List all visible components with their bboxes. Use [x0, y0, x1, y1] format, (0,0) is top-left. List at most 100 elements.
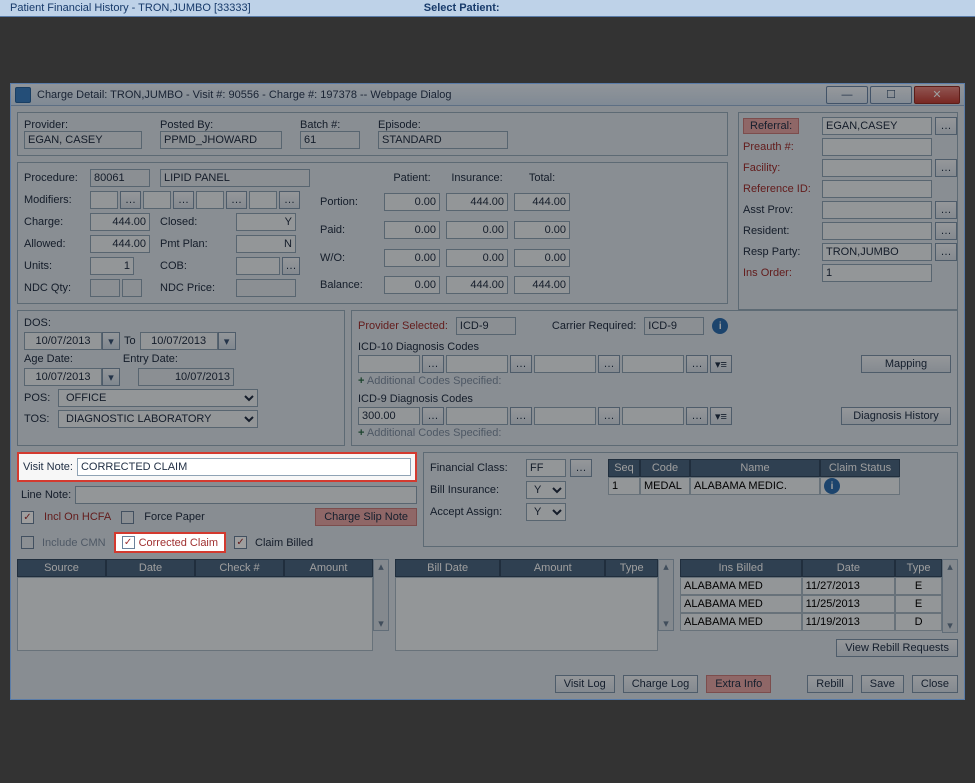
cob-lookup[interactable]: … — [282, 257, 300, 275]
icd10-list[interactable]: ▾≡ — [710, 355, 732, 373]
icd9-4-lookup[interactable]: … — [686, 407, 708, 425]
force-paper-checkbox[interactable] — [121, 511, 134, 524]
bill-insurance-select[interactable]: Y — [526, 481, 566, 499]
charge-slip-note-button[interactable]: Charge Slip Note — [315, 508, 417, 526]
icd9-3[interactable] — [534, 407, 596, 425]
asstprov-lookup[interactable]: … — [935, 201, 957, 219]
view-rebill-requests-button[interactable]: View Rebill Requests — [836, 639, 958, 657]
cob-field[interactable] — [236, 257, 280, 275]
extra-info-button[interactable]: Extra Info — [706, 675, 771, 693]
info-icon[interactable]: i — [712, 318, 728, 334]
visit-log-button[interactable]: Visit Log — [555, 675, 615, 693]
ins-r1-type[interactable]: E — [895, 595, 942, 613]
respparty-field[interactable] — [822, 243, 932, 261]
ins-r2-date[interactable]: 11/19/2013 — [802, 613, 896, 631]
icd10-2-lookup[interactable]: … — [510, 355, 532, 373]
dos-from[interactable] — [24, 332, 102, 350]
claim-billed-checkbox[interactable]: ✓ — [234, 536, 247, 549]
respparty-lookup[interactable]: … — [935, 243, 957, 261]
facility-lookup[interactable]: … — [935, 159, 957, 177]
ndcprice-label: NDC Price: — [160, 282, 230, 294]
charge-log-button[interactable]: Charge Log — [623, 675, 699, 693]
dos-to[interactable] — [140, 332, 218, 350]
resident-field[interactable] — [822, 222, 932, 240]
referral-link[interactable]: Referral: — [743, 118, 819, 134]
modifier-3[interactable] — [196, 191, 224, 209]
ins-r0-billed[interactable]: ALABAMA MED — [680, 577, 802, 595]
tos-select[interactable]: DIAGNOSTIC LABORATORY — [58, 410, 258, 428]
icd10-add-icon[interactable]: + — [358, 375, 364, 387]
close-button[interactable]: Close — [912, 675, 958, 693]
financial-class-lookup[interactable]: … — [570, 459, 592, 477]
icd9-1[interactable] — [358, 407, 420, 425]
incl-hcfa-label: Incl On HCFA — [44, 511, 111, 523]
ins-scrollbar[interactable]: ▴▾ — [942, 559, 958, 633]
bill-scrollbar[interactable]: ▴▾ — [658, 559, 674, 631]
include-cmn-checkbox[interactable] — [21, 536, 34, 549]
accept-assign-select[interactable]: Y — [526, 503, 566, 521]
icd9-2-lookup[interactable]: … — [510, 407, 532, 425]
icd9-4[interactable] — [622, 407, 684, 425]
visit-note-row: Visit Note: — [17, 452, 417, 482]
ins-r0-date[interactable]: 11/27/2013 — [802, 577, 896, 595]
modifier-4[interactable] — [249, 191, 277, 209]
ins-r1-billed[interactable]: ALABAMA MED — [680, 595, 802, 613]
icd10-1-lookup[interactable]: … — [422, 355, 444, 373]
carrier-row-status[interactable]: i — [820, 477, 900, 495]
ins-r2-type[interactable]: D — [895, 613, 942, 631]
preauth-field[interactable] — [822, 138, 932, 156]
icd9-list[interactable]: ▾≡ — [710, 407, 732, 425]
procedure-code[interactable] — [90, 169, 150, 187]
ins-r1-date[interactable]: 11/25/2013 — [802, 595, 896, 613]
icd10-2[interactable] — [446, 355, 508, 373]
icd10-3-lookup[interactable]: … — [598, 355, 620, 373]
modifier-1[interactable] — [90, 191, 118, 209]
insorder-field[interactable] — [822, 264, 932, 282]
icd10-3[interactable] — [534, 355, 596, 373]
referral-lookup[interactable]: … — [935, 117, 957, 135]
agedate-field[interactable] — [24, 368, 102, 386]
asstprov-field[interactable] — [822, 201, 932, 219]
modifier-2[interactable] — [143, 191, 171, 209]
facility-field[interactable] — [822, 159, 932, 177]
icd9-2[interactable] — [446, 407, 508, 425]
icd9-add-icon[interactable]: + — [358, 427, 364, 439]
minimize-button[interactable]: — — [826, 86, 868, 104]
save-button[interactable]: Save — [861, 675, 904, 693]
icd9-3-lookup[interactable]: … — [598, 407, 620, 425]
icd10-4-lookup[interactable]: … — [686, 355, 708, 373]
carrier-row-name[interactable]: ALABAMA MEDIC. — [690, 477, 820, 495]
modifier-2-lookup[interactable]: … — [173, 191, 194, 209]
line-note-input[interactable] — [75, 486, 417, 504]
icd9-1-lookup[interactable]: … — [422, 407, 444, 425]
pay-scrollbar[interactable]: ▴▾ — [373, 559, 389, 631]
financial-class-field[interactable] — [526, 459, 566, 477]
maximize-button[interactable]: ☐ — [870, 86, 912, 104]
icd10-1[interactable] — [358, 355, 420, 373]
include-cmn-label: Include CMN — [42, 537, 106, 549]
tab-pfh[interactable]: Patient Financial History - TRON,JUMBO [… — [10, 2, 251, 14]
rebill-button[interactable]: Rebill — [807, 675, 853, 693]
icd10-4[interactable] — [622, 355, 684, 373]
ins-r0-type[interactable]: E — [895, 577, 942, 595]
claim-status-info-icon[interactable]: i — [824, 478, 840, 494]
incl-hcfa-checkbox[interactable]: ✓ — [21, 511, 34, 524]
modifier-1-lookup[interactable]: … — [120, 191, 141, 209]
referral-field[interactable] — [822, 117, 932, 135]
dos-from-picker[interactable]: ▾ — [102, 332, 120, 350]
modifier-4-lookup[interactable]: … — [279, 191, 300, 209]
refid-field[interactable] — [822, 180, 932, 198]
window-close-button[interactable]: ✕ — [914, 86, 960, 104]
visit-note-input[interactable] — [77, 458, 411, 476]
resident-lookup[interactable]: … — [935, 222, 957, 240]
ins-r2-billed[interactable]: ALABAMA MED — [680, 613, 802, 631]
carrier-row-seq[interactable]: 1 — [608, 477, 640, 495]
corrected-claim-checkbox[interactable]: ✓ — [122, 536, 135, 549]
diagnosis-history-button[interactable]: Diagnosis History — [841, 407, 951, 425]
agedate-picker[interactable]: ▾ — [102, 368, 120, 386]
carrier-row-code[interactable]: MEDAL — [640, 477, 690, 495]
mapping-button[interactable]: Mapping — [861, 355, 951, 373]
dos-to-picker[interactable]: ▾ — [218, 332, 236, 350]
pos-select[interactable]: OFFICE — [58, 389, 258, 407]
modifier-3-lookup[interactable]: … — [226, 191, 247, 209]
